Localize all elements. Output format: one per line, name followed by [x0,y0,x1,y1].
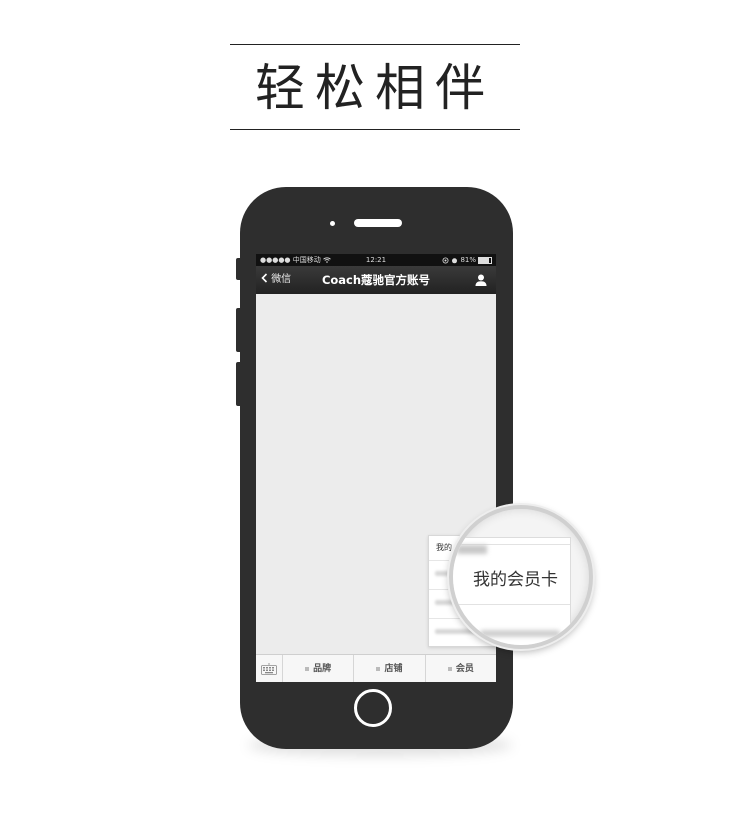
status-right: 81% [442,254,492,266]
location-icon [442,257,449,263]
volume-down-button [236,362,241,406]
front-camera [330,221,335,226]
account-title: Coach蔻驰官方账号 [321,273,431,287]
my-membership-card-item[interactable]: 我的会员卡 [473,565,558,590]
submenu-head: 我的 [436,543,452,552]
menu-item-brand[interactable]: 品牌 [283,655,355,682]
page-title: 轻松相伴 [255,59,495,117]
menu-item-member[interactable]: 会员 [426,655,496,682]
menu-dot-icon [305,666,310,671]
magnified-blurred-item [480,630,560,637]
menu-item-stores[interactable]: 店铺 [354,655,426,682]
magnified-head-blur [457,545,487,554]
keyboard-toggle[interactable] [256,655,283,682]
mute-switch [236,258,241,280]
keyboard-icon [261,663,277,675]
user-icon[interactable] [474,273,488,287]
magnified-divider [453,604,570,605]
menu-dot-icon [447,666,452,671]
magnifier-callout: 我的会员卡 [449,505,593,649]
volume-up-button [236,308,241,352]
alarm-icon [452,257,458,263]
battery-percent: 81% [460,256,476,264]
earpiece-speaker [354,219,402,227]
nav-bar: 微信 Coach蔻驰官方账号 [256,266,496,294]
heading-rule-bottom [230,129,520,130]
status-bar: ●●●●● 中国移动 12:21 81% [256,254,496,266]
custom-menu-bar: 品牌 店铺 会员 [256,654,496,682]
menu-dot-icon [376,666,381,671]
battery-icon [478,256,492,264]
heading-rule-top [230,44,520,45]
home-button[interactable] [354,689,392,727]
